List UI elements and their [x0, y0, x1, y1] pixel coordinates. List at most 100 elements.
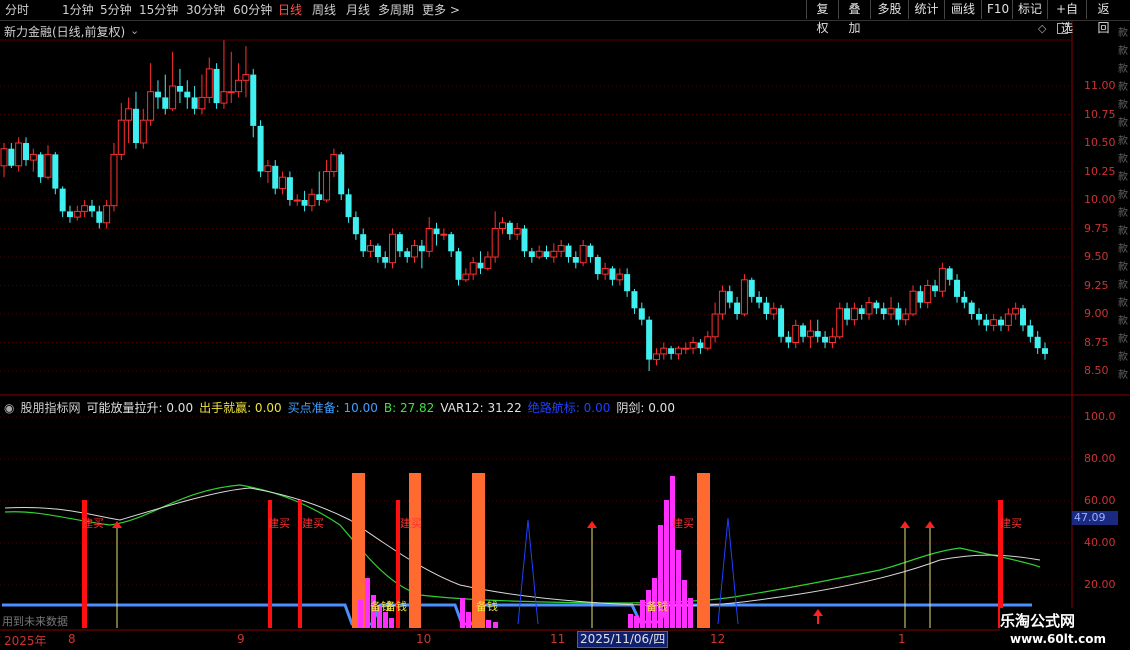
candle-body	[998, 319, 1005, 326]
period-tab-7[interactable]: 周线	[312, 2, 336, 18]
candle-body	[462, 273, 470, 281]
chevron-down-icon[interactable]: ⌄	[130, 24, 139, 37]
candle-body	[469, 262, 477, 275]
candle-body	[338, 154, 345, 195]
candle-body	[198, 96, 206, 110]
current-value-badge: 47.09	[1072, 511, 1118, 525]
stock-title[interactable]: 新力金融(日线,前复权)	[4, 23, 125, 40]
candle-body	[954, 279, 961, 297]
candle-body	[52, 154, 59, 189]
candle-body	[806, 330, 814, 338]
selected-date: 2025/11/06/四	[577, 631, 669, 648]
candle-body	[711, 313, 719, 338]
candle-body	[279, 176, 287, 190]
candle-body	[352, 217, 359, 235]
candle-body	[1012, 307, 1020, 315]
right-edge-text: 款	[1118, 244, 1128, 255]
candle-body	[814, 331, 821, 337]
candle-body	[572, 257, 579, 263]
period-tab-10[interactable]: 更多 >	[422, 2, 460, 18]
candle-body	[740, 279, 748, 315]
toolbar-button-7[interactable]: +自选	[1047, 0, 1086, 35]
candle-body	[938, 267, 946, 292]
candle-body	[880, 308, 887, 314]
toolbar-button-4[interactable]: 画线	[944, 0, 981, 19]
right-edge-text: 款	[1118, 370, 1128, 381]
date-axis-label: 11	[550, 632, 566, 646]
candle-body	[0, 148, 8, 167]
candle-body	[301, 200, 308, 206]
toolbar-button-0[interactable]: 复权	[806, 0, 838, 35]
period-tab-4[interactable]: 30分钟	[186, 2, 225, 18]
candle-body	[154, 91, 161, 98]
candle-body	[59, 188, 66, 212]
ready-signal-label: 备钱	[385, 600, 407, 613]
candle-body	[257, 125, 264, 172]
candle-body	[37, 154, 44, 178]
toolbar-button-6[interactable]: 标记	[1012, 0, 1047, 19]
candle-body	[858, 308, 865, 314]
candle-body	[440, 233, 448, 236]
indicator-name[interactable]: 股朋指标网	[20, 401, 80, 415]
indicator-axis-label: 20.00	[1084, 578, 1116, 591]
candle-body	[88, 205, 95, 212]
collapse-icon[interactable]: ◉	[4, 401, 14, 415]
candle-body	[601, 267, 609, 275]
right-edge-text: 款	[1118, 334, 1128, 345]
signal-bar	[409, 473, 421, 628]
indicator-axis-label: 100.0	[1084, 410, 1116, 423]
candle-body	[976, 314, 983, 320]
candle-body	[565, 245, 572, 257]
right-edge-text: 款	[1118, 316, 1128, 327]
period-tab-3[interactable]: 15分钟	[139, 2, 178, 18]
right-edge-text: 款	[1118, 100, 1128, 111]
candle-body	[117, 119, 125, 155]
toolbar-button-5[interactable]: F10	[981, 0, 1012, 19]
ready-signal-label: 备钱	[646, 600, 668, 613]
price-axis-label: 10.25	[1084, 164, 1116, 178]
period-tab-0[interactable]: 分时	[5, 2, 29, 18]
toolbar-button-2[interactable]: 多股	[870, 0, 908, 19]
candle-body	[792, 324, 800, 343]
candle-body	[968, 302, 975, 314]
candle-body	[756, 296, 763, 303]
ready-signal-label: 备钱	[476, 600, 498, 613]
candle-body	[484, 256, 492, 269]
candle-body	[770, 307, 778, 315]
indicator-panel	[2, 473, 1041, 628]
price-axis-label: 10.00	[1084, 193, 1116, 206]
price-axis-label: 10.50	[1084, 136, 1116, 149]
toolbar-button-3[interactable]: 统计	[908, 0, 944, 19]
candle-body	[697, 342, 704, 349]
chart-canvas[interactable]	[0, 21, 1130, 650]
candle-body	[8, 148, 15, 166]
candle-body	[778, 308, 785, 337]
period-tab-2[interactable]: 5分钟	[100, 2, 132, 18]
candle-body	[44, 153, 52, 178]
diamond-icon[interactable]: ◇	[1038, 22, 1046, 35]
candle-body	[235, 79, 243, 93]
future-data-note: 用到未来数据	[2, 615, 68, 628]
candle-body	[704, 336, 712, 349]
period-tab-1[interactable]: 1分钟	[62, 2, 94, 18]
candle-body	[638, 308, 645, 320]
candle-body	[828, 336, 836, 343]
period-tab-8[interactable]: 月线	[346, 2, 370, 18]
candle-body	[646, 319, 653, 360]
period-tab-5[interactable]: 60分钟	[233, 2, 272, 18]
candle-body	[499, 222, 507, 230]
period-tab-9[interactable]: 多周期	[378, 2, 414, 18]
indicator-value-3: B: 27.82	[383, 401, 435, 415]
candle-body	[682, 347, 690, 350]
period-tab-6[interactable]: 日线	[278, 2, 302, 18]
price-axis-label: 9.75	[1084, 221, 1109, 235]
candle-body	[448, 234, 455, 252]
toolbar-button-8[interactable]: 返回	[1086, 0, 1120, 35]
candle-body	[110, 153, 118, 207]
candle-body	[726, 291, 733, 303]
toolbar-button-1[interactable]: 叠加	[838, 0, 870, 35]
candle-body	[1020, 308, 1027, 326]
candle-body	[748, 279, 755, 297]
candle-body	[850, 307, 858, 321]
candle-body	[404, 251, 411, 257]
